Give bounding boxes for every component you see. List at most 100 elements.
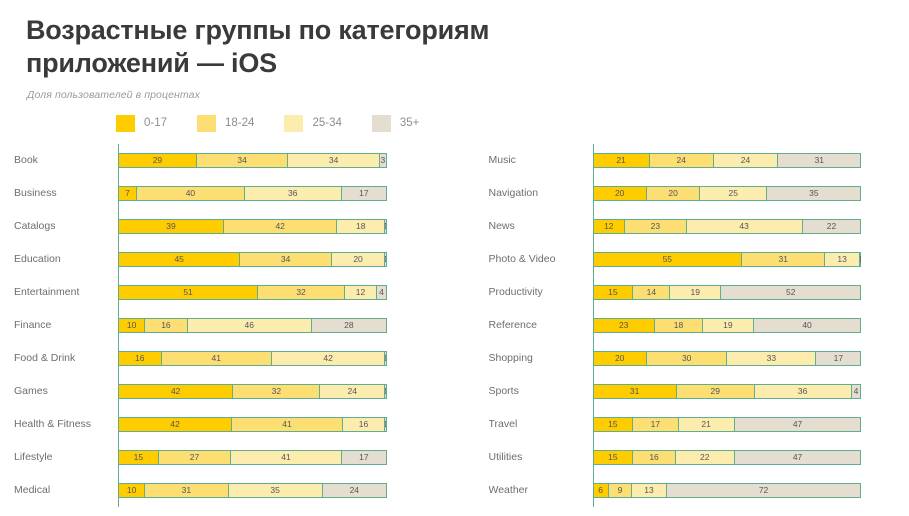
bar-segment[interactable]: 15 [118, 449, 159, 465]
legend-item[interactable]: 18-24 [197, 114, 254, 132]
bar-segment[interactable]: 19 [702, 317, 754, 333]
bar-segment[interactable]: 31 [741, 251, 826, 267]
bar-segment[interactable]: 36 [243, 185, 342, 201]
bar-segment[interactable]: 32 [232, 383, 321, 399]
stacked-bar[interactable]: 10 31 35 24 [118, 482, 390, 498]
bar-segment[interactable]: 23 [624, 218, 687, 234]
bar-segment[interactable]: 20 [592, 350, 647, 366]
bar-segment[interactable]: 21 [592, 152, 650, 168]
bar-segment[interactable]: 25 [699, 185, 768, 201]
bar-segment[interactable]: 24 [319, 383, 386, 399]
stacked-bar[interactable]: 15 14 19 52 [592, 284, 865, 300]
bar-segment[interactable]: 17 [340, 449, 387, 465]
bar-segment[interactable]: 18 [654, 317, 703, 333]
bar-segment[interactable]: 12 [592, 218, 626, 234]
bar-segment[interactable]: 42 [223, 218, 338, 234]
bar-segment[interactable]: 34 [287, 152, 380, 168]
bar-segment[interactable]: 28 [310, 317, 387, 333]
bar-segment[interactable]: 15 [592, 416, 634, 432]
bar-segment[interactable]: 46 [186, 317, 312, 333]
bar-segment[interactable]: 1 [384, 383, 387, 399]
bar-segment[interactable]: 19 [669, 284, 722, 300]
bar-segment[interactable]: 42 [271, 350, 386, 366]
stacked-bar[interactable]: 29 34 34 3 [118, 152, 390, 168]
bar-segment[interactable]: 4 [850, 383, 862, 399]
bar-segment[interactable]: 17 [815, 350, 862, 366]
stacked-bar[interactable]: 6 9 13 72 [592, 482, 865, 498]
stacked-bar[interactable]: 15 17 21 47 [592, 416, 865, 432]
bar-segment[interactable]: 27 [157, 449, 232, 465]
stacked-bar[interactable]: 16 41 42 1 [118, 350, 390, 366]
bar-segment[interactable]: 52 [720, 284, 862, 300]
bar-segment[interactable]: 10 [118, 482, 146, 498]
bar-segment[interactable]: 30 [645, 350, 728, 366]
bar-segment[interactable]: 15 [592, 284, 634, 300]
bar-segment[interactable]: 40 [752, 317, 862, 333]
bar-segment[interactable]: 45 [118, 251, 241, 267]
stacked-bar[interactable]: 45 34 20 1 [118, 251, 390, 267]
bar-segment[interactable]: 36 [753, 383, 852, 399]
bar-segment[interactable]: 39 [118, 218, 225, 234]
bar-segment[interactable]: 14 [632, 284, 671, 300]
bar-segment[interactable]: 34 [239, 251, 332, 267]
bar-segment[interactable]: 31 [592, 383, 677, 399]
bar-segment[interactable]: 24 [648, 152, 714, 168]
legend-item[interactable]: 0-17 [116, 114, 167, 132]
bar-segment[interactable]: 13 [824, 251, 860, 267]
bar-segment[interactable]: 20 [592, 185, 647, 201]
stacked-bar[interactable]: 42 32 24 1 [118, 383, 390, 399]
bar-segment[interactable]: 41 [231, 416, 343, 432]
bar-segment[interactable]: 42 [118, 416, 233, 432]
bar-segment[interactable]: 1 [858, 251, 862, 267]
bar-segment[interactable]: 31 [777, 152, 862, 168]
bar-segment[interactable]: 43 [685, 218, 803, 234]
stacked-bar[interactable]: 23 18 19 40 [592, 317, 865, 333]
bar-segment[interactable]: 1 [384, 416, 387, 432]
bar-segment[interactable]: 42 [118, 383, 234, 399]
bar-segment[interactable]: 29 [118, 152, 197, 168]
bar-segment[interactable]: 20 [330, 251, 386, 267]
bar-segment[interactable]: 17 [340, 185, 387, 201]
bar-segment[interactable]: 55 [592, 251, 743, 267]
legend-item[interactable]: 35+ [371, 114, 419, 132]
stacked-bar[interactable]: 15 27 41 17 [118, 449, 390, 465]
bar-segment[interactable]: 1 [384, 251, 387, 267]
bar-segment[interactable]: 21 [677, 416, 735, 432]
bar-segment[interactable]: 4 [375, 284, 387, 300]
bar-segment[interactable]: 24 [321, 482, 387, 498]
bar-segment[interactable]: 40 [136, 185, 245, 201]
bar-segment[interactable]: 51 [118, 284, 259, 300]
stacked-bar[interactable]: 21 24 24 31 [592, 152, 865, 168]
bar-segment[interactable]: 32 [257, 284, 346, 300]
stacked-bar[interactable]: 39 42 18 1 [118, 218, 390, 234]
stacked-bar[interactable]: 15 16 22 47 [592, 449, 865, 465]
bar-segment[interactable]: 24 [712, 152, 779, 168]
bar-segment[interactable]: 10 [118, 317, 146, 333]
bar-segment[interactable]: 47 [733, 449, 862, 465]
bar-segment[interactable]: 16 [632, 449, 676, 465]
bar-segment[interactable]: 33 [726, 350, 817, 366]
stacked-bar[interactable]: 51 32 12 4 [118, 284, 390, 300]
bar-segment[interactable]: 9 [607, 482, 633, 498]
bar-segment[interactable]: 31 [144, 482, 229, 498]
bar-segment[interactable]: 3 [378, 152, 387, 168]
stacked-bar[interactable]: 42 41 16 1 [118, 416, 390, 432]
bar-segment[interactable]: 35 [766, 185, 862, 201]
bar-segment[interactable]: 47 [733, 416, 862, 432]
bar-segment[interactable]: 20 [645, 185, 701, 201]
bar-segment[interactable]: 41 [160, 350, 273, 366]
bar-segment[interactable]: 17 [632, 416, 679, 432]
bar-segment[interactable]: 13 [631, 482, 667, 498]
bar-segment[interactable]: 23 [592, 317, 656, 333]
bar-segment[interactable]: 18 [336, 218, 386, 234]
bar-segment[interactable]: 16 [144, 317, 188, 333]
stacked-bar[interactable]: 7 40 36 17 [118, 185, 390, 201]
stacked-bar[interactable]: 20 30 33 17 [592, 350, 865, 366]
stacked-bar[interactable]: 10 16 46 28 [118, 317, 390, 333]
stacked-bar[interactable]: 31 29 36 4 [592, 383, 865, 399]
stacked-bar[interactable]: 55 31 13 1 [592, 251, 865, 267]
bar-segment[interactable]: 1 [384, 350, 387, 366]
bar-segment[interactable]: 16 [341, 416, 386, 432]
bar-segment[interactable]: 41 [230, 449, 342, 465]
bar-segment[interactable]: 6 [592, 482, 609, 498]
